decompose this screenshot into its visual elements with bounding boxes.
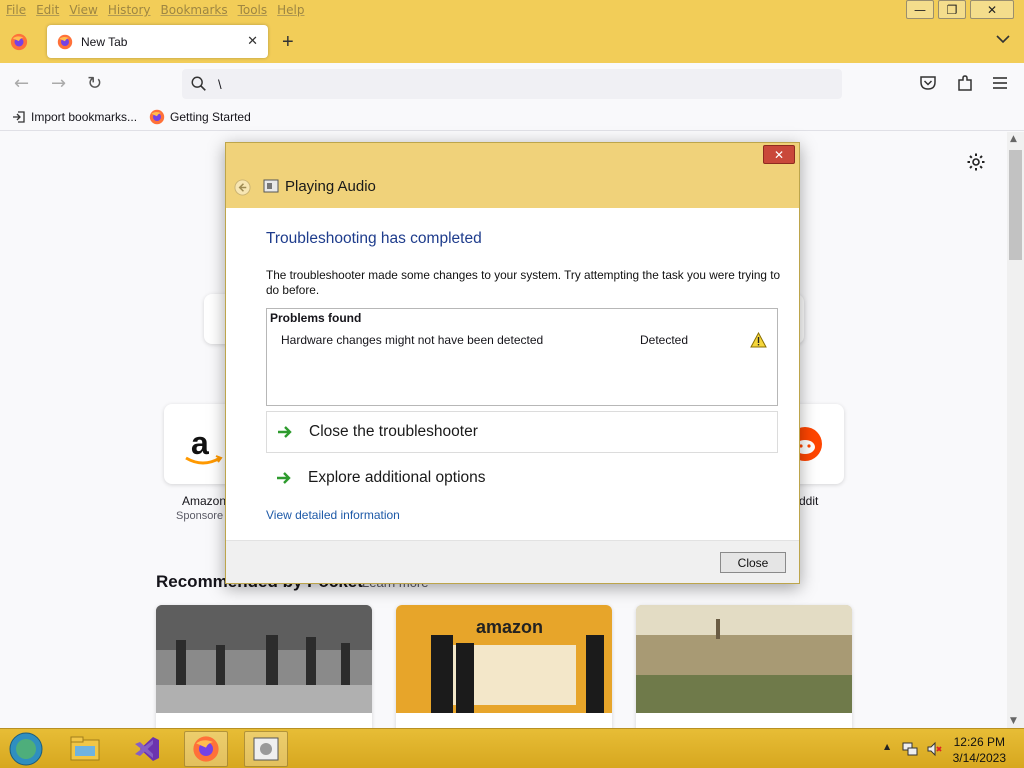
clock-date: 3/14/2023: [952, 751, 1006, 765]
scroll-up-arrow-icon[interactable]: ▲: [1010, 134, 1017, 144]
navigation-toolbar: ← → ↻: [0, 63, 1024, 103]
amazon-office-photo: amazon: [396, 605, 612, 713]
city-panorama-photo: [636, 605, 852, 713]
menu-edit[interactable]: Edit: [36, 3, 59, 19]
pocket-card-1[interactable]: [156, 605, 372, 728]
problems-found-box: Problems found Hardware changes might no…: [266, 308, 778, 406]
clock[interactable]: 12:26 PM 3/14/2023: [953, 734, 1006, 766]
shortcut-label-amazon: Amazon: [182, 494, 227, 508]
troubleshooter-dialog: ✕ Playing Audio Troubleshooting has comp…: [225, 142, 800, 584]
taskbar-file-explorer[interactable]: [63, 731, 107, 767]
import-icon: [13, 110, 25, 123]
menu-tools[interactable]: Tools: [238, 3, 268, 19]
problem-status: Detected: [640, 333, 689, 347]
window-controls: — ❐ ✕: [906, 0, 1014, 19]
explore-additional-options-option[interactable]: Explore additional options: [266, 457, 778, 499]
problems-found-header: Problems found: [270, 311, 362, 325]
page-scrollbar[interactable]: ▲ ▼: [1007, 132, 1024, 728]
url-input[interactable]: [218, 76, 818, 92]
dialog-close-x-button[interactable]: ✕: [763, 145, 795, 164]
shortcut-sponsored-label: Sponsore: [176, 510, 224, 522]
scrollbar-thumb[interactable]: [1009, 150, 1022, 260]
svg-text:amazon: amazon: [476, 617, 543, 637]
pocket-card-3[interactable]: [636, 605, 852, 728]
browser-titlebar: File Edit View History Bookmarks Tools H…: [0, 0, 1024, 63]
restore-button[interactable]: ❐: [938, 0, 966, 19]
back-button[interactable]: ←: [14, 73, 29, 94]
menu-bookmarks[interactable]: Bookmarks: [161, 3, 228, 19]
windows-taskbar: ▲ 12:26 PM 3/14/2023: [0, 728, 1024, 768]
taskbar-visual-studio[interactable]: [125, 731, 169, 767]
file-explorer-icon: [70, 736, 100, 761]
forward-button[interactable]: →: [51, 73, 66, 94]
close-troubleshooter-option[interactable]: Close the troubleshooter: [266, 411, 778, 453]
menu-help[interactable]: Help: [277, 3, 304, 19]
troubleshooter-icon: [263, 179, 279, 193]
visual-studio-icon: [135, 737, 159, 761]
close-button[interactable]: Close: [720, 552, 786, 573]
explore-additional-options-label: Explore additional options: [308, 469, 486, 486]
minimize-button[interactable]: —: [906, 0, 934, 19]
green-arrow-icon: [277, 472, 291, 484]
black-and-white-parade-photo: [156, 605, 372, 713]
firefox-menu-icon[interactable]: [10, 33, 28, 51]
dialog-title: Playing Audio: [285, 178, 376, 195]
list-all-tabs-chevron-icon[interactable]: [996, 32, 1010, 48]
close-troubleshooter-label: Close the troubleshooter: [309, 423, 478, 440]
scroll-down-arrow-icon[interactable]: ▼: [1010, 716, 1017, 726]
taskbar-firefox[interactable]: [184, 731, 228, 767]
clock-time: 12:26 PM: [953, 735, 1005, 749]
dialog-footer: Close: [226, 540, 799, 583]
bookmark-import-label: Import bookmarks...: [31, 109, 138, 124]
menu-bar: File Edit View History Bookmarks Tools H…: [6, 3, 305, 19]
bookmark-import[interactable]: Import bookmarks...: [12, 110, 137, 124]
new-tab-button[interactable]: +: [282, 31, 294, 54]
svg-text:a: a: [191, 425, 209, 461]
extensions-icon[interactable]: [955, 73, 975, 93]
problem-name: Hardware changes might not have been det…: [281, 333, 544, 347]
firefox-icon: [193, 736, 219, 762]
hamburger-menu-icon[interactable]: [990, 73, 1010, 93]
bookmark-getting-started-label: Getting Started: [170, 109, 251, 124]
menu-view[interactable]: View: [69, 3, 97, 19]
show-hidden-icons-arrow[interactable]: ▲: [884, 742, 890, 751]
menu-history[interactable]: History: [108, 3, 151, 19]
volume-muted-icon[interactable]: [926, 741, 942, 757]
menu-file[interactable]: File: [6, 3, 26, 19]
network-icon[interactable]: [902, 741, 918, 757]
bookmark-getting-started[interactable]: Getting Started: [149, 109, 251, 125]
firefox-icon: [149, 109, 165, 124]
start-button-icon[interactable]: [7, 731, 45, 767]
back-arrow-icon[interactable]: [234, 179, 251, 196]
dialog-heading: Troubleshooting has completed: [266, 230, 482, 247]
pocket-card-2[interactable]: amazon: [396, 605, 612, 728]
window-close-button[interactable]: ✕: [970, 0, 1014, 19]
view-detailed-information-link[interactable]: View detailed information: [266, 508, 400, 522]
shortcut-label-reddit: ddit: [799, 494, 819, 508]
green-arrow-icon: [278, 426, 292, 438]
tab-close-icon[interactable]: ✕: [247, 34, 258, 49]
pocket-icon[interactable]: [918, 73, 938, 93]
firefox-icon: [57, 34, 73, 49]
search-icon: [191, 76, 206, 91]
dialog-header: ✕ Playing Audio: [226, 143, 799, 208]
troubleshooter-icon: [253, 737, 279, 761]
bookmarks-toolbar: Import bookmarks... Getting Started: [0, 103, 1024, 131]
system-tray: ▲ 12:26 PM 3/14/2023: [864, 729, 1024, 768]
taskbar-troubleshooter[interactable]: [244, 731, 288, 767]
tab-new-tab[interactable]: New Tab ✕: [47, 25, 268, 58]
gear-icon[interactable]: [966, 152, 986, 172]
warning-icon: [750, 332, 767, 348]
reload-button[interactable]: ↻: [87, 73, 102, 94]
tab-label: New Tab: [81, 34, 128, 49]
dialog-description: The troubleshooter made some changes to …: [266, 268, 781, 297]
address-bar[interactable]: [182, 69, 842, 99]
